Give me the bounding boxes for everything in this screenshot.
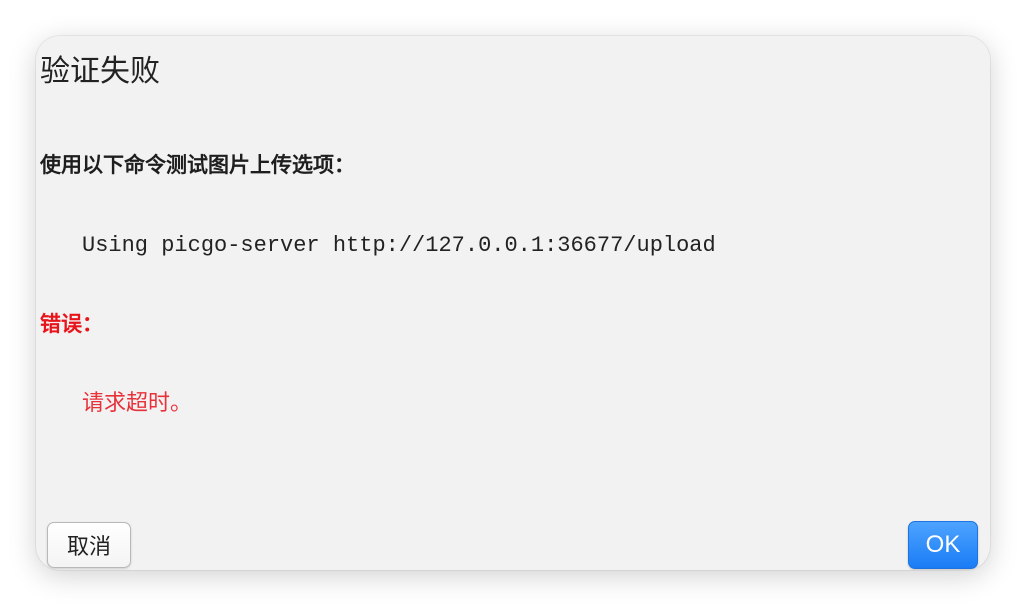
verification-failed-dialog: 验证失败 使用以下命令测试图片上传选项： Using picgo-server … <box>36 36 990 570</box>
cancel-button[interactable]: 取消 <box>47 522 131 568</box>
command-label: 使用以下命令测试图片上传选项： <box>40 154 355 177</box>
dialog-title: 验证失败 <box>40 55 160 88</box>
error-label: 错误： <box>40 313 103 336</box>
command-text: Using picgo-server http://127.0.0.1:3667… <box>82 233 716 258</box>
ok-button[interactable]: OK <box>908 521 978 569</box>
error-message: 请求超时。 <box>82 390 193 415</box>
